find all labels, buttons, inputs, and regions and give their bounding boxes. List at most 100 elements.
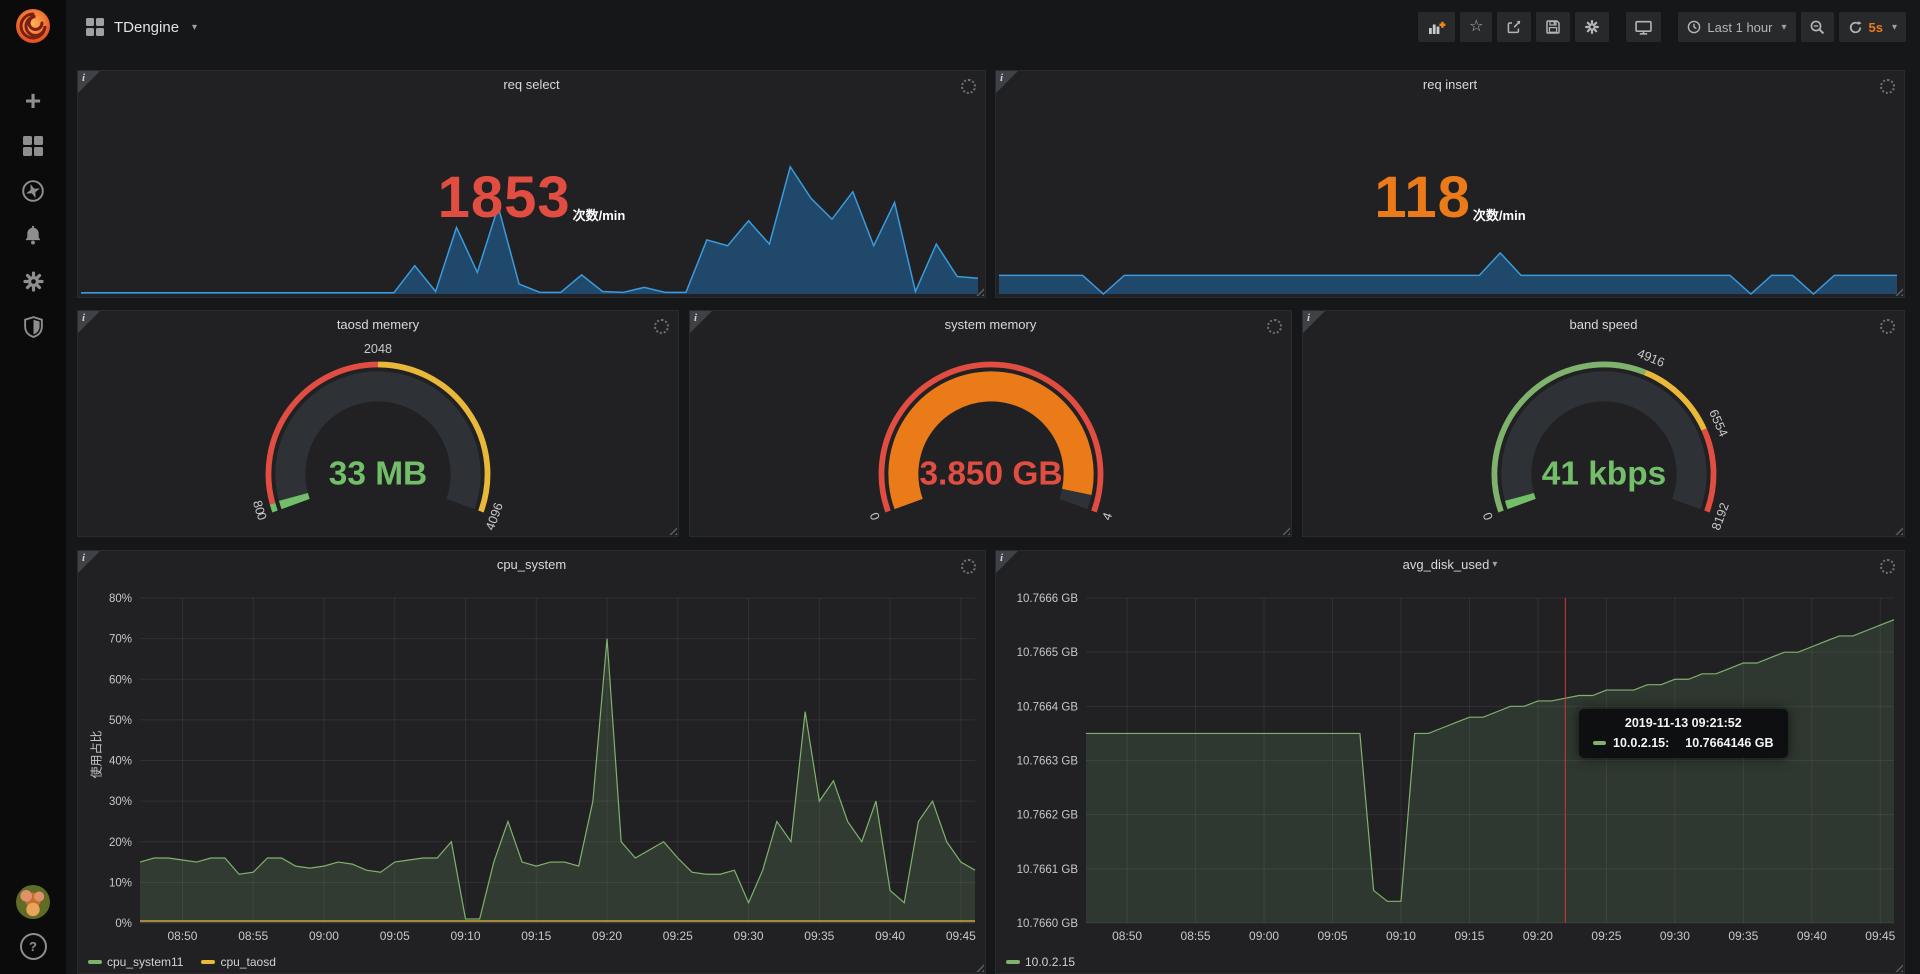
svg-text:09:30: 09:30 — [1660, 929, 1690, 943]
stat-value-wrap: 118 次数/min — [996, 98, 1904, 297]
cycle-view-button[interactable] — [1626, 12, 1661, 42]
panel-info-icon[interactable]: i — [996, 71, 1018, 93]
time-range-button[interactable]: Last 1 hour ▾ — [1678, 12, 1795, 42]
panel-info-icon[interactable]: i — [78, 71, 100, 93]
stat-value: 1853 — [438, 164, 571, 231]
legend-item-cpu-system11[interactable]: cpu_system11 — [88, 955, 183, 969]
legend-color-dash — [88, 960, 102, 964]
legend-color-dash — [1006, 960, 1020, 964]
configuration-gear-icon[interactable] — [20, 268, 46, 294]
svg-text:0: 0 — [866, 511, 882, 522]
star-button[interactable]: ☆ — [1460, 12, 1492, 42]
avatar[interactable] — [16, 885, 50, 919]
panel-title-system-memory[interactable]: system memory — [690, 311, 1291, 338]
help-icon[interactable]: ? — [20, 933, 47, 960]
svg-text:09:30: 09:30 — [734, 929, 764, 943]
info-icon: i — [1000, 552, 1003, 564]
monitor-icon — [1635, 20, 1652, 35]
svg-text:3.850 GB: 3.850 GB — [919, 455, 1062, 492]
svg-text:10.7664 GB: 10.7664 GB — [1017, 701, 1079, 713]
zoom-out-button[interactable] — [1801, 12, 1834, 42]
panel-title-cpu-system[interactable]: cpu_system — [78, 551, 985, 578]
panel-info-icon[interactable]: i — [690, 311, 712, 333]
svg-text:09:10: 09:10 — [450, 929, 480, 943]
add-panel-icon — [1427, 19, 1446, 36]
panel-title-text: req insert — [1423, 77, 1477, 92]
svg-text:10.7663 GB: 10.7663 GB — [1017, 756, 1079, 768]
svg-text:70%: 70% — [109, 634, 132, 646]
panel-loading-spinner — [961, 559, 976, 574]
resize-handle[interactable] — [975, 963, 984, 972]
add-panel-button[interactable] — [1418, 12, 1455, 42]
resize-handle[interactable] — [1894, 963, 1903, 972]
panel-menu-caret-icon[interactable]: ▾ — [1492, 559, 1497, 570]
grafana-logo[interactable] — [13, 6, 53, 46]
panel-title-taosd-memory[interactable]: taosd memery — [78, 311, 678, 338]
navbar-left: TDengine ▾ — [86, 18, 197, 36]
svg-text:09:40: 09:40 — [875, 929, 905, 943]
cpu-system-legend: cpu_system11 cpu_taosd — [88, 953, 276, 971]
legend-label: cpu_system11 — [107, 955, 183, 969]
gear-icon — [1584, 19, 1600, 35]
create-plus-icon[interactable]: + — [20, 88, 46, 114]
panel-info-icon[interactable]: i — [78, 551, 100, 573]
info-icon: i — [82, 552, 85, 564]
gauge-wrap: 0802048409633 MB — [78, 338, 678, 536]
panel-loading-spinner — [1880, 79, 1895, 94]
svg-text:10.7666 GB: 10.7666 GB — [1017, 593, 1079, 605]
svg-text:09:25: 09:25 — [663, 929, 693, 943]
explore-compass-icon[interactable] — [20, 178, 46, 204]
settings-button[interactable] — [1575, 12, 1609, 42]
avg-disk-used-legend: 10.0.2.15 — [1006, 953, 1075, 971]
svg-text:09:15: 09:15 — [521, 929, 551, 943]
svg-text:10.7660 GB: 10.7660 GB — [1017, 918, 1079, 930]
chevron-down-icon[interactable]: ▾ — [192, 22, 197, 33]
tooltip-series-label: 10.0.2.15: — [1613, 736, 1669, 750]
panel-title-band-speed[interactable]: band speed — [1303, 311, 1904, 338]
panel-title-avg-disk-used[interactable]: avg_disk_used ▾ — [996, 551, 1904, 578]
chevron-down-icon: ▾ — [1781, 22, 1786, 33]
server-admin-shield-icon[interactable] — [20, 313, 46, 339]
info-icon: i — [1307, 312, 1310, 324]
svg-text:0: 0 — [1479, 511, 1495, 522]
panel-title-req-insert[interactable]: req insert — [996, 71, 1904, 98]
sidebar-menu: + — [20, 88, 46, 339]
alerting-bell-icon[interactable] — [20, 223, 46, 249]
legend-item-cpu-taosd[interactable]: cpu_taosd — [201, 955, 275, 969]
zoom-out-icon — [1810, 20, 1825, 35]
dashboards-icon[interactable] — [20, 133, 46, 159]
panel-loading-spinner — [1880, 559, 1895, 574]
svg-text:09:20: 09:20 — [592, 929, 622, 943]
panel-req-insert: i req insert 118 次数/min — [995, 70, 1905, 298]
sidebar-bottom: ? — [16, 885, 50, 960]
share-button[interactable] — [1497, 12, 1531, 42]
refresh-button[interactable]: 5s ▾ — [1839, 12, 1907, 42]
panel-info-icon[interactable]: i — [996, 551, 1018, 573]
info-icon: i — [1000, 72, 1003, 84]
dashboard-grid-icon — [86, 18, 104, 36]
time-range-label: Last 1 hour — [1707, 20, 1772, 35]
svg-text:09:10: 09:10 — [1386, 929, 1416, 943]
svg-text:20%: 20% — [109, 837, 132, 849]
refresh-icon — [1848, 20, 1863, 35]
save-button[interactable] — [1536, 12, 1570, 42]
svg-text:09:05: 09:05 — [1317, 929, 1347, 943]
panel-loading-spinner — [1880, 319, 1895, 334]
svg-text:08:50: 08:50 — [167, 929, 197, 943]
svg-text:09:15: 09:15 — [1454, 929, 1484, 943]
panel-system-memory: i system memory 043.850 GB — [689, 310, 1292, 537]
svg-text:08:55: 08:55 — [238, 929, 268, 943]
panel-info-icon[interactable]: i — [78, 311, 100, 333]
svg-text:09:40: 09:40 — [1797, 929, 1827, 943]
panel-info-icon[interactable]: i — [1303, 311, 1325, 333]
band-speed-gauge: 049166554819241 kbps — [1454, 338, 1754, 534]
legend-item-10-0-2-15[interactable]: 10.0.2.15 — [1006, 955, 1075, 969]
refresh-interval-dropdown[interactable]: 5s — [1869, 20, 1883, 35]
svg-text:8192: 8192 — [1709, 501, 1732, 532]
panel-title-text: cpu_system — [497, 557, 566, 572]
dashboard-title[interactable]: TDengine — [114, 19, 179, 36]
panel-req-select: i req select 1853 次数/min — [77, 70, 986, 298]
svg-text:08:55: 08:55 — [1181, 929, 1211, 943]
panel-title-req-select[interactable]: req select — [78, 71, 985, 98]
svg-text:09:45: 09:45 — [946, 929, 976, 943]
